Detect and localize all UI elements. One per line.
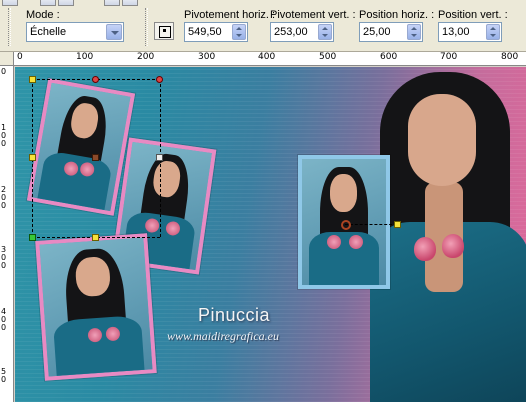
- ruler-h-tick: 300: [198, 52, 216, 62]
- ruler-h-tick: 600: [380, 52, 398, 62]
- photo-frame[interactable]: [26, 78, 136, 216]
- pos-v-value: 13,00: [442, 26, 470, 38]
- ruler-h-tick: 700: [440, 52, 458, 62]
- edge-handle[interactable]: [92, 234, 99, 241]
- pivot-v-field[interactable]: 253,00: [270, 22, 334, 42]
- edge-handle[interactable]: [156, 154, 163, 161]
- ruler-h-tick: 400: [258, 52, 276, 62]
- pivot-h-value: 549,50: [188, 26, 222, 38]
- photo-frame[interactable]: [35, 233, 157, 381]
- main-portrait: [370, 72, 526, 402]
- tool-options-bar: Mode : Échelle Pivotement horiz. : 549,5…: [0, 0, 526, 52]
- rotation-handle[interactable]: [394, 221, 401, 228]
- pos-v-field[interactable]: 13,00: [438, 22, 502, 42]
- tool-icon[interactable]: [104, 0, 120, 6]
- mode-select[interactable]: Échelle: [26, 22, 124, 42]
- ruler-h-tick: 0: [17, 52, 23, 62]
- ruler-v-tick: 1 0 0: [1, 123, 7, 148]
- top-icon-strip: [0, 0, 138, 8]
- horizontal-ruler: 0 100 200 300 400 500 600 700 800: [14, 52, 526, 66]
- pivot-v-stepper[interactable]: [318, 24, 332, 40]
- ruler-v-tick: 2 0 0: [1, 185, 7, 210]
- watermark-url: www.maidiregrafica.eu: [167, 329, 279, 343]
- pos-h-label: Position horiz. :: [359, 9, 435, 21]
- ruler-h-tick: 500: [319, 52, 337, 62]
- ruler-v-tick: 5 0: [1, 367, 7, 384]
- pos-h-field[interactable]: 25,00: [359, 22, 423, 42]
- mode-select-value: Échelle: [30, 26, 67, 38]
- ruler-h-tick: 100: [76, 52, 94, 62]
- corner-handle[interactable]: [156, 76, 163, 83]
- ruler-v-tick: 3 0 0: [1, 245, 7, 270]
- pos-v-label: Position vert. :: [438, 9, 508, 21]
- vertical-ruler: 0 1 0 0 2 0 0 3 0 0 4 0 0 5 0: [0, 66, 14, 402]
- toolbar-grip[interactable]: [8, 8, 11, 46]
- tool-icon[interactable]: [40, 0, 56, 6]
- ruler-v-tick: 0: [1, 67, 7, 76]
- tool-icon[interactable]: [122, 0, 138, 6]
- pos-h-value: 25,00: [363, 26, 391, 38]
- pos-v-stepper[interactable]: [486, 24, 500, 40]
- ruler-h-tick: 800: [501, 52, 519, 62]
- mode-label: Mode :: [26, 9, 60, 21]
- corner-handle[interactable]: [29, 234, 36, 241]
- pivot-h-label: Pivotement horiz. :: [184, 9, 276, 21]
- watermark-name: Pinuccia: [198, 305, 271, 325]
- corner-handle[interactable]: [29, 76, 36, 83]
- chevron-down-icon[interactable]: [106, 24, 122, 40]
- ruler-h-tick: 200: [137, 52, 155, 62]
- pos-h-stepper[interactable]: [407, 24, 421, 40]
- pivot-line: [345, 224, 397, 225]
- pivot-v-value: 253,00: [274, 26, 308, 38]
- ruler-corner: [0, 52, 14, 66]
- edge-handle[interactable]: [29, 154, 36, 161]
- center-handle[interactable]: [92, 154, 99, 161]
- image-canvas[interactable]: Pinuccia www.maidiregrafica.eu: [15, 67, 526, 402]
- pivot-center-button[interactable]: [154, 22, 174, 40]
- pivot-point-icon[interactable]: [341, 220, 351, 230]
- toolbar-grip[interactable]: [145, 8, 148, 46]
- ruler-v-tick: 4 0 0: [1, 307, 7, 332]
- pivot-h-field[interactable]: 549,50: [184, 22, 248, 42]
- pivot-h-stepper[interactable]: [232, 24, 246, 40]
- edge-handle[interactable]: [92, 76, 99, 83]
- tool-icon[interactable]: [2, 0, 18, 6]
- tool-icon[interactable]: [58, 0, 74, 6]
- pivot-v-label: Pivotement vert. :: [270, 9, 356, 21]
